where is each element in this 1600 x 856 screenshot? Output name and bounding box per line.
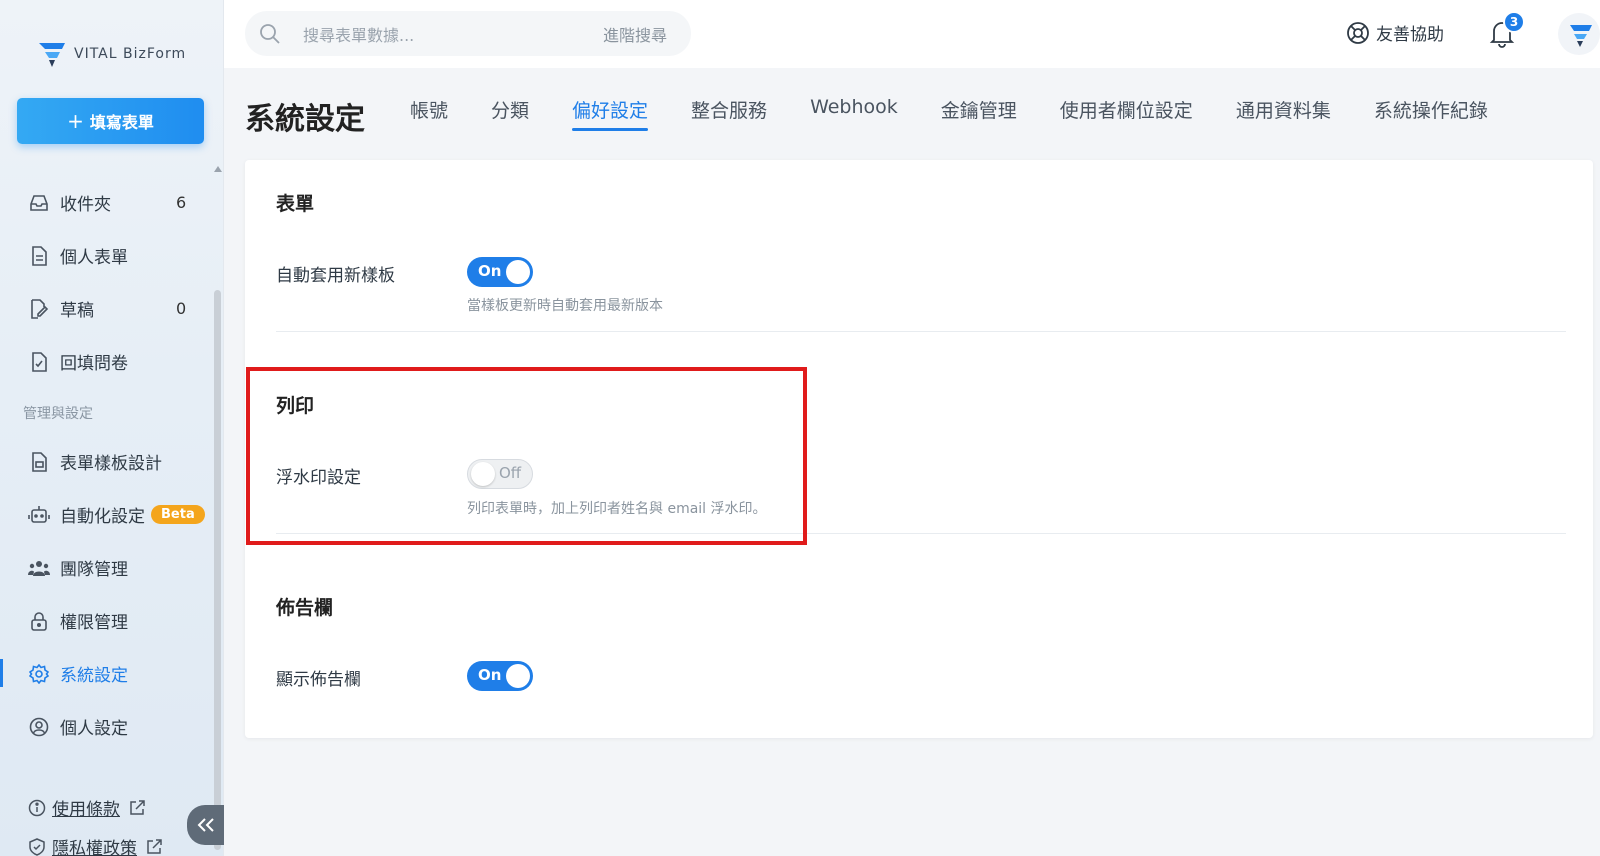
fill-form-label: 填寫表單 — [89, 113, 154, 132]
inbox-icon — [28, 192, 50, 214]
double-chevron-left-icon — [197, 818, 214, 832]
terms-label: 使用條款 — [52, 800, 120, 820]
avatar[interactable] — [1558, 13, 1600, 55]
sidebar-scrollbar[interactable] — [214, 290, 221, 850]
inbox-count: 6 — [176, 193, 187, 212]
show-bulletin-toggle[interactable]: On — [467, 661, 533, 691]
search-icon — [260, 23, 280, 44]
sidebar-nav: 收件夾 6 個人表單 草稿 0 回填問卷 管理與設定 表單樣板設計 自動化設定 … — [0, 176, 212, 753]
nav-section-label: 管理與設定 — [23, 405, 93, 422]
footer-links: 使用條款 隱私權政策 — [28, 788, 163, 856]
help-button[interactable]: 友善協助 — [1346, 20, 1444, 45]
toggle-state: On — [478, 666, 502, 684]
robot-icon — [28, 504, 50, 526]
template-doc-icon — [28, 451, 50, 473]
sidebar-item-label: 自動化設定 — [60, 507, 145, 527]
auto-template-label: 自動套用新樣板 — [276, 266, 395, 286]
sidebar-item-team[interactable]: 團隊管理 — [0, 541, 212, 594]
sidebar: VITAL BizForm + 填寫表單 收件夾 6 個人表單 草稿 0 回填問… — [0, 0, 224, 856]
page-title: 系統設定 — [245, 102, 365, 137]
auto-template-desc: 當樣板更新時自動套用最新版本 — [467, 298, 663, 314]
sidebar-item-drafts[interactable]: 草稿 0 — [0, 282, 212, 335]
external-link-icon — [147, 838, 162, 854]
tab-account[interactable]: 帳號 — [410, 96, 448, 132]
sidebar-item-automation[interactable]: 自動化設定 Beta — [0, 488, 212, 541]
avatar-logo-icon — [1570, 25, 1592, 47]
tab-integrations[interactable]: 整合服務 — [691, 96, 767, 132]
divider — [276, 331, 1566, 332]
sidebar-item-label: 權限管理 — [60, 613, 128, 633]
tab-audit-log[interactable]: 系統操作紀錄 — [1374, 96, 1488, 132]
tab-preferences[interactable]: 偏好設定 — [572, 96, 649, 132]
toggle-state: On — [478, 262, 502, 280]
tab-webhook[interactable]: Webhook — [810, 96, 898, 132]
sidebar-item-label: 收件夾 — [60, 195, 111, 215]
sidebar-item-inbox[interactable]: 收件夾 6 — [0, 176, 212, 229]
sidebar-item-label: 團隊管理 — [60, 560, 128, 580]
show-bulletin-label: 顯示佈告欄 — [276, 670, 361, 690]
team-icon — [28, 557, 50, 579]
gear-icon — [28, 663, 50, 685]
section-title-bulletin: 佈告欄 — [276, 597, 334, 619]
collapse-sidebar-button[interactable] — [187, 805, 224, 845]
sidebar-item-surveys[interactable]: 回填問卷 — [0, 335, 212, 388]
sidebar-item-template-design[interactable]: 表單樣板設計 — [0, 435, 212, 488]
tab-categories[interactable]: 分類 — [491, 96, 529, 132]
tab-datasets[interactable]: 通用資料集 — [1236, 96, 1331, 132]
sidebar-item-system-settings[interactable]: 系統設定 — [0, 647, 212, 700]
sidebar-item-label: 系統設定 — [60, 666, 128, 686]
settings-tabs: 帳號 分類 偏好設定 整合服務 Webhook 金鑰管理 使用者欄位設定 通用資… — [410, 96, 1531, 132]
plus-icon: + — [67, 109, 84, 133]
lifebuoy-icon — [1347, 21, 1369, 44]
fill-form-button[interactable]: + 填寫表單 — [17, 98, 204, 144]
tab-api-keys[interactable]: 金鑰管理 — [941, 96, 1017, 132]
document-icon — [28, 245, 50, 267]
logo-icon — [39, 43, 65, 67]
external-link-icon — [130, 799, 145, 815]
beta-badge: Beta — [151, 505, 205, 524]
privacy-link[interactable]: 隱私權政策 — [28, 827, 163, 856]
sidebar-item-label: 草稿 — [60, 301, 94, 321]
shield-icon — [29, 837, 45, 856]
tab-user-fields[interactable]: 使用者欄位設定 — [1060, 96, 1193, 132]
topbar: 搜尋表單數據... 進階搜尋 友善協助 3 — [224, 0, 1600, 68]
checklist-doc-icon — [28, 351, 50, 373]
info-icon — [28, 799, 46, 816]
sidebar-item-label: 表單樣板設計 — [60, 454, 162, 474]
logo-text: VITAL BizForm — [74, 46, 187, 62]
highlight-box — [246, 367, 807, 545]
help-label: 友善協助 — [1376, 25, 1444, 45]
search-input[interactable]: 搜尋表單數據... — [303, 22, 603, 46]
sidebar-item-personal-settings[interactable]: 個人設定 — [0, 700, 212, 753]
privacy-label: 隱私權政策 — [52, 839, 137, 856]
sidebar-item-permissions[interactable]: 權限管理 — [0, 594, 212, 647]
section-title-form: 表單 — [276, 193, 315, 215]
toggle-knob — [506, 260, 530, 284]
sidebar-item-label: 回填問卷 — [60, 354, 128, 374]
scroll-up-arrow-icon[interactable] — [214, 166, 222, 172]
sidebar-item-label: 個人表單 — [60, 248, 128, 268]
search-bar[interactable]: 搜尋表單數據... 進階搜尋 — [245, 11, 691, 56]
lock-icon — [28, 610, 50, 632]
terms-link[interactable]: 使用條款 — [28, 788, 163, 827]
sidebar-item-personal-forms[interactable]: 個人表單 — [0, 229, 212, 282]
sidebar-item-label: 個人設定 — [60, 719, 128, 739]
user-circle-icon — [28, 716, 50, 738]
toggle-knob — [506, 664, 530, 688]
notification-badge: 3 — [1503, 11, 1525, 33]
advanced-search-button[interactable]: 進階搜尋 — [603, 22, 667, 46]
draft-edit-icon — [28, 298, 50, 320]
logo[interactable]: VITAL BizForm — [36, 36, 186, 72]
drafts-count: 0 — [176, 299, 187, 318]
auto-template-toggle[interactable]: On — [467, 257, 533, 287]
